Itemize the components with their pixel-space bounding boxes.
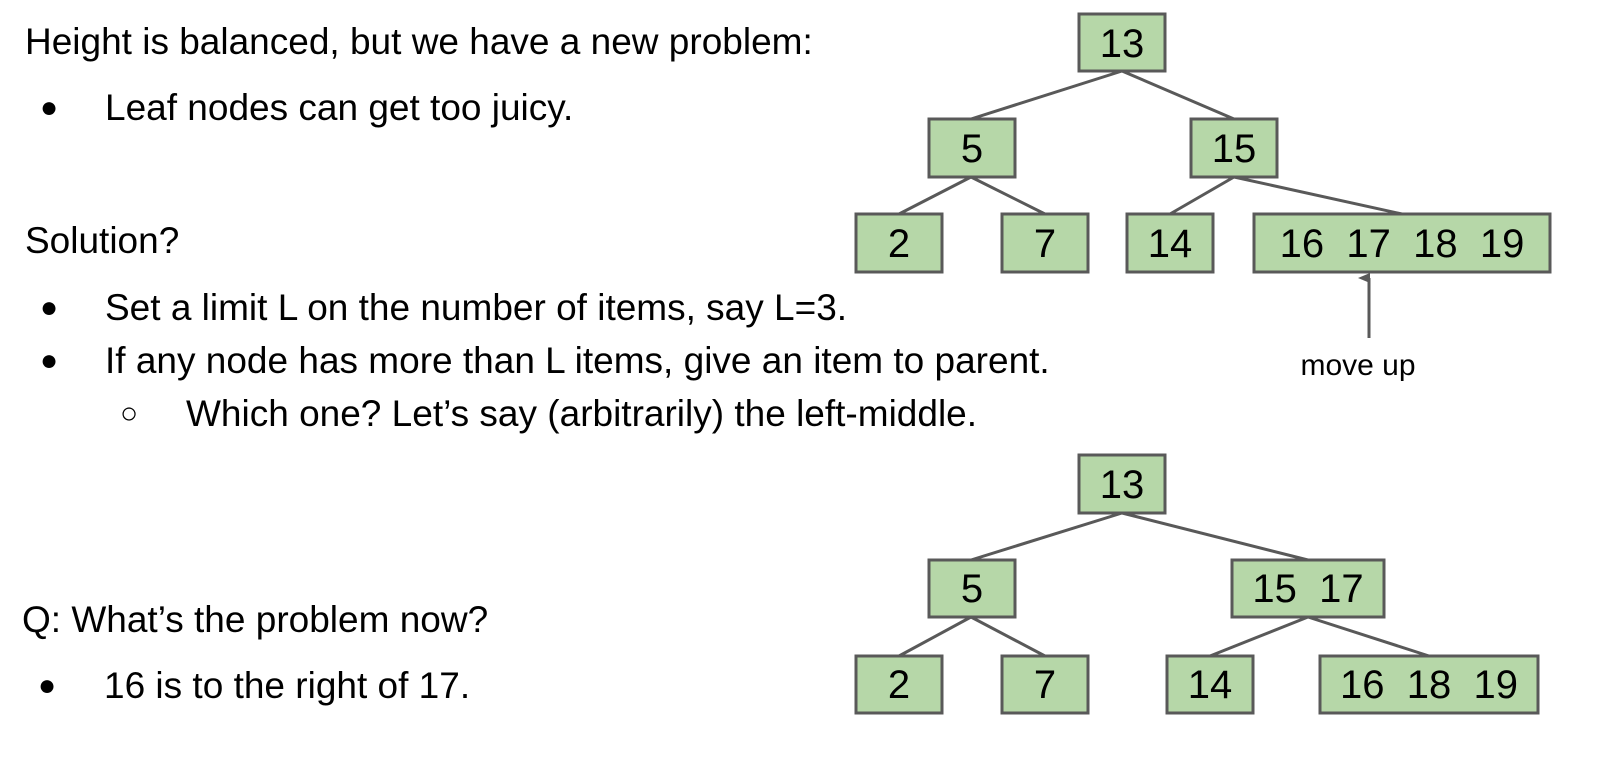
node-label: 2	[888, 663, 910, 707]
edge	[1169, 175, 1235, 216]
tree-node-leaf-overfull: 16 17 18 19	[1252, 212, 1552, 274]
node-label: 13	[1100, 22, 1145, 66]
tree-before-split: 13 5 15 2 7 14 16 17 18 19 move up	[854, 12, 1552, 382]
tree-node-leaf: 2	[854, 654, 944, 715]
tree-after-split: 13 5 15 17 2 7 14 16 18 19	[854, 453, 1540, 715]
edge	[970, 511, 1123, 562]
tree-node-internal: 15	[1189, 117, 1279, 179]
edge	[970, 175, 1046, 216]
edge	[898, 615, 972, 658]
node-label: 16 17 18 19	[1280, 222, 1525, 266]
node-label: 15 17	[1252, 567, 1363, 611]
tree-node-leaf: 14	[1165, 654, 1255, 715]
edge	[1307, 615, 1430, 658]
edge	[970, 615, 1046, 658]
node-label: 5	[961, 567, 983, 611]
edge	[898, 175, 972, 216]
tree-node-internal: 5	[927, 558, 1017, 619]
edge	[1209, 615, 1309, 658]
edge	[1121, 69, 1235, 121]
edge	[1233, 175, 1403, 216]
tree-node-internal: 5	[927, 117, 1017, 179]
tree-node-root: 13	[1077, 12, 1167, 73]
node-label: 7	[1034, 222, 1056, 266]
edge	[970, 69, 1123, 121]
tree-node-leaf: 16 18 19	[1318, 654, 1540, 715]
node-label: 2	[888, 222, 910, 266]
node-label: 14	[1148, 222, 1193, 266]
node-label: 16 18 19	[1340, 663, 1518, 707]
edge	[1121, 511, 1309, 562]
node-label: 14	[1188, 663, 1233, 707]
tree-node-leaf: 2	[854, 212, 944, 274]
node-label: 7	[1034, 663, 1056, 707]
node-label: 13	[1100, 463, 1145, 507]
move-up-label: move up	[1300, 349, 1415, 382]
tree-node-root: 13	[1077, 453, 1167, 515]
node-label: 15	[1212, 127, 1257, 171]
tree-node-leaf: 7	[1000, 654, 1090, 715]
tree-node-leaf: 14	[1125, 212, 1215, 274]
slide: Height is balanced, but we have a new pr…	[0, 0, 1614, 768]
tree-node-internal: 15 17	[1230, 558, 1386, 619]
btree-diagrams: 13 5 15 2 7 14 16 17 18 19 move up 13 5 …	[854, 12, 1552, 715]
node-label: 5	[961, 127, 983, 171]
tree-node-leaf: 7	[1000, 212, 1090, 274]
